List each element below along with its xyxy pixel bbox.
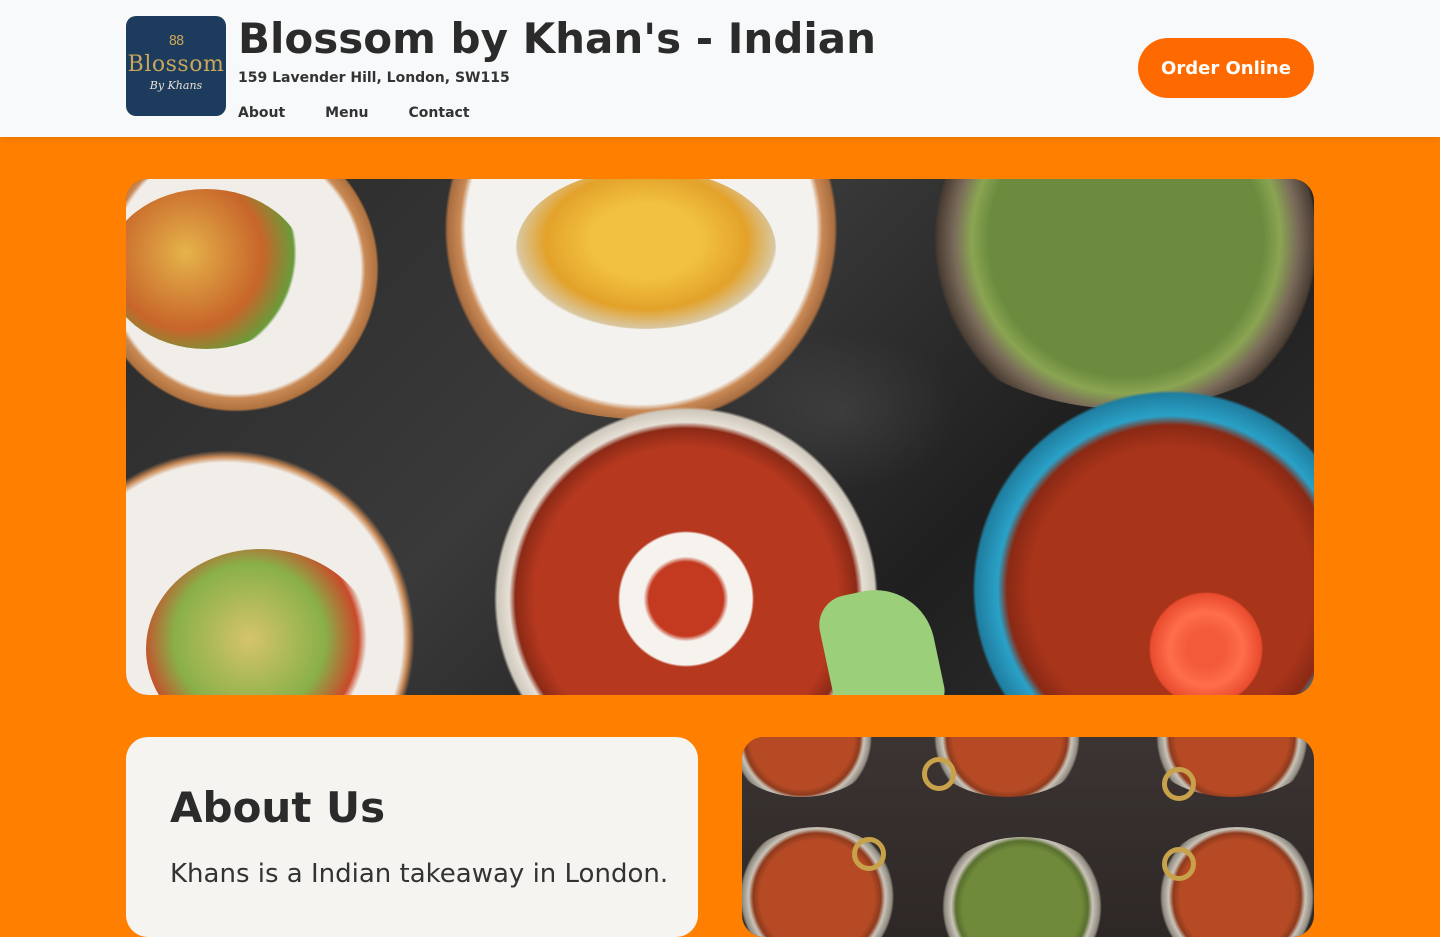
site-header: 88 Blossom By Khans Blossom by Khan's - … [0, 0, 1440, 137]
about-section: About Us Khans is a Indian takeaway in L… [126, 737, 698, 937]
logo-mark: 88 [168, 34, 185, 49]
main-nav: About Menu Contact [238, 105, 470, 121]
nav-link-about[interactable]: About [238, 105, 285, 121]
restaurant-logo[interactable]: 88 Blossom By Khans [126, 16, 226, 116]
about-heading: About Us [170, 783, 386, 832]
hero-food-image [126, 179, 1314, 695]
logo-wordmark: Blossom [127, 52, 225, 77]
curry-pots-image [742, 737, 1314, 937]
nav-link-contact[interactable]: Contact [409, 105, 470, 121]
logo-subtitle: By Khans [149, 79, 203, 92]
about-text: Khans is a Indian takeaway in London. [170, 859, 669, 889]
restaurant-address: 159 Lavender Hill, London, SW115 [238, 70, 510, 86]
restaurant-name: Blossom by Khan's - Indian [238, 14, 877, 63]
nav-link-menu[interactable]: Menu [325, 105, 368, 121]
order-online-button[interactable]: Order Online [1138, 38, 1314, 98]
